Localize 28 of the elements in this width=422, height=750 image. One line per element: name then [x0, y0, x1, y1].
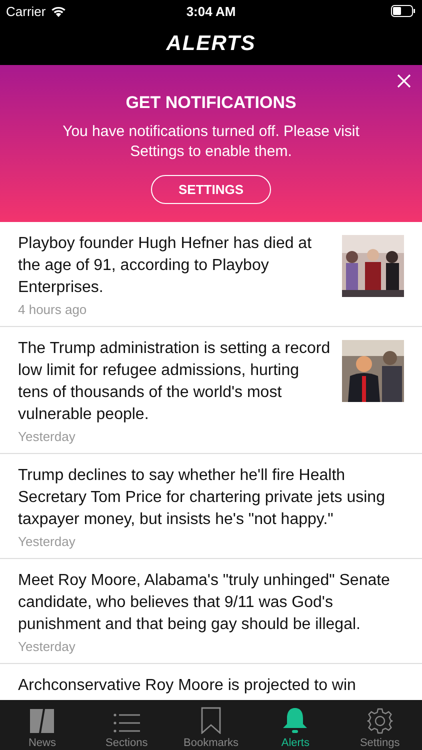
headline[interactable]: Trump declines to say whether he'll fire Health Secretary Tom Price for chartering private jets using taxpayer money, but insists he's "not happy." — [18, 465, 404, 531]
tab[interactable]: News — [0, 700, 84, 750]
timestamp: Yesterday — [18, 429, 76, 444]
headline[interactable]: Archconservative Roy Moore is projected to win — [18, 675, 404, 697]
tab[interactable]: Settings — [338, 700, 422, 750]
tab[interactable]: Sections — [84, 700, 169, 750]
bell-icon — [282, 707, 308, 734]
wifi-icon — [50, 6, 66, 16]
timestamp: Yesterday — [18, 534, 76, 549]
battery-icon — [391, 5, 416, 17]
close-icon[interactable] — [397, 74, 411, 88]
banner-message: You have notifications turned off. Please visit Settings to enable them. — [62, 122, 360, 162]
clock: 3:04 AM — [186, 4, 236, 18]
headline[interactable]: Playboy founder Hugh Hefner has died at the age of 91, according to Playboy Enterprises. — [18, 233, 332, 299]
settings-icon — [366, 708, 393, 734]
tab[interactable]: Bookmarks — [168, 700, 254, 750]
settings-button[interactable]: SETTINGS — [151, 175, 271, 204]
tab[interactable]: Alerts — [253, 700, 338, 750]
banner-title: GET NOTIFICATIONS — [126, 93, 296, 113]
page-title: ALERTS — [166, 32, 256, 56]
newspaper-icon — [29, 708, 56, 734]
list-icon — [113, 712, 140, 734]
headline[interactable]: The Trump administration is setting a record low limit for refugee admissions, hurting tens of thousands of the world's most vulnerable people. — [18, 338, 332, 426]
bookmark-icon — [201, 707, 222, 734]
carrier-label: Carrier — [6, 4, 46, 18]
headline[interactable]: Meet Roy Moore, Alabama's "truly unhinged" Senate candidate, who believes that 9/11 was God's punishment and that being gay should be illegal. — [18, 570, 404, 636]
timestamp: 4 hours ago — [18, 302, 88, 317]
timestamp: Yesterday — [18, 639, 76, 654]
